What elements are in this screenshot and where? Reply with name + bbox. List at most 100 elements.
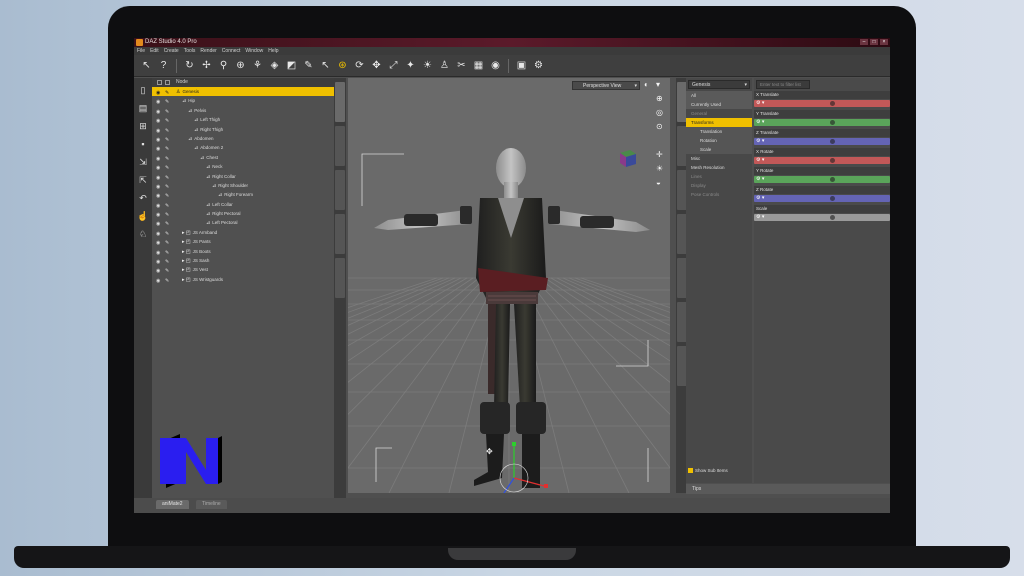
- menu-help[interactable]: Help: [268, 47, 278, 55]
- parameter-group-item[interactable]: Scale: [686, 145, 752, 154]
- settings-icon[interactable]: ⚙: [532, 59, 545, 72]
- select-toggle-icon[interactable]: ✎: [165, 277, 169, 286]
- translate-icon[interactable]: ✥: [370, 59, 383, 72]
- new-scene-icon[interactable]: ▯: [137, 84, 149, 96]
- frame-icon[interactable]: ⊕: [656, 94, 663, 103]
- scene-node-row[interactable]: ◉ ✎ ⊿ Left Pectoral: [152, 218, 334, 227]
- visibility-checkbox[interactable]: [157, 80, 162, 85]
- scale-icon[interactable]: ⤢: [387, 59, 400, 72]
- slider-track[interactable]: ⚙ ▾: [754, 214, 890, 221]
- pose-tool-icon[interactable]: ✢: [200, 59, 213, 72]
- minimize-button[interactable]: –: [860, 39, 868, 45]
- open-file-icon[interactable]: ▤: [137, 102, 149, 114]
- display-options-icon[interactable]: ◐: [644, 80, 649, 89]
- camera-icon[interactable]: ◉: [489, 59, 502, 72]
- scene-node-row[interactable]: ◉ ✎ ⊿ Abdomen: [152, 134, 334, 143]
- slider-track[interactable]: ⚙ ▾: [754, 100, 890, 107]
- scene-node-row[interactable]: ◉ ✎ ⊿ Neck: [152, 162, 334, 171]
- scene-node-row[interactable]: ◉ ✎ ⊿ Chest: [152, 153, 334, 162]
- property-slider[interactable]: X Rotate ⚙ ▾: [754, 148, 890, 167]
- menu-edit[interactable]: Edit: [150, 47, 159, 55]
- rotate-tool-icon[interactable]: ↻: [183, 59, 196, 72]
- menu-icon[interactable]: ▾: [656, 80, 660, 89]
- parameter-group-item[interactable]: Translation: [686, 127, 752, 136]
- property-slider[interactable]: Z Translate ⚙ ▾: [754, 129, 890, 148]
- slider-knob[interactable]: [830, 215, 835, 220]
- node-dropdown[interactable]: Genesis ▾: [688, 80, 750, 89]
- parameter-group-item[interactable]: Transforms: [686, 118, 752, 127]
- hand-icon[interactable]: ☝: [137, 210, 149, 222]
- slider-track[interactable]: ⚙ ▾: [754, 138, 890, 145]
- dolly-icon[interactable]: ⊙: [656, 122, 663, 131]
- slider-knob[interactable]: [830, 139, 835, 144]
- morph-icon[interactable]: ✂: [455, 59, 468, 72]
- slider-knob[interactable]: [830, 196, 835, 201]
- help-icon[interactable]: ?: [157, 59, 170, 72]
- menu-tools[interactable]: Tools: [184, 47, 196, 55]
- view-cube[interactable]: [618, 148, 638, 168]
- scene-node-row[interactable]: ◉ ✎ ⊿ Right Forearm: [152, 190, 334, 199]
- rotate-icon[interactable]: ⟳: [353, 59, 366, 72]
- side-tab[interactable]: [335, 82, 345, 122]
- slider-knob[interactable]: [830, 101, 835, 106]
- spot-render-icon[interactable]: ✦: [404, 59, 417, 72]
- selectable-checkbox[interactable]: [165, 80, 170, 85]
- scene-node-row[interactable]: ◉ ✎ ⊿ Pelvis: [152, 106, 334, 115]
- scene-node-row[interactable]: ◉ ✎ ▸ ◰ JS Armband: [152, 228, 334, 237]
- menu-file[interactable]: File: [137, 47, 145, 55]
- undo-icon[interactable]: ↶: [137, 192, 149, 204]
- ruler-tool-icon[interactable]: ✎: [302, 59, 315, 72]
- slider-track[interactable]: ⚙ ▾: [754, 176, 890, 183]
- tab-animate2[interactable]: aniMate2: [156, 500, 189, 509]
- export-icon[interactable]: ⇱: [137, 174, 149, 186]
- parameter-group-item[interactable]: Rotation: [686, 136, 752, 145]
- side-tab[interactable]: [335, 214, 345, 254]
- parameter-group-item[interactable]: Lines: [686, 172, 752, 181]
- slider-track[interactable]: ⚙ ▾: [754, 119, 890, 126]
- close-button[interactable]: ×: [880, 39, 888, 45]
- scene-node-row[interactable]: ◉ ✎ ⊿ Abdomen 2: [152, 143, 334, 152]
- slider-track[interactable]: ⚙ ▾: [754, 157, 890, 164]
- gear-icon[interactable]: ⚙ ▾: [756, 195, 764, 201]
- maximize-button[interactable]: □: [870, 39, 878, 45]
- scene-node-row[interactable]: ◉ ✎ ⊿ Right Pectoral: [152, 209, 334, 218]
- view-selector[interactable]: Perspective View ▾: [572, 81, 640, 90]
- scene-node-row[interactable]: ◉ ✎ ▸ ◰ JS Pants: [152, 237, 334, 246]
- tab-timeline[interactable]: Timeline: [196, 500, 227, 509]
- property-slider[interactable]: Y Translate ⚙ ▾: [754, 110, 890, 129]
- side-tab[interactable]: [335, 170, 345, 210]
- tips-tab[interactable]: Tips: [686, 484, 890, 494]
- figure-icon[interactable]: ♙: [438, 59, 451, 72]
- scene-node-row[interactable]: ◉ ✎ ⊿ Left Thigh: [152, 115, 334, 124]
- property-slider[interactable]: Z Rotate ⚙ ▾: [754, 186, 890, 205]
- filter-input[interactable]: Enter text to filter list: [756, 80, 810, 89]
- menu-window[interactable]: Window: [245, 47, 263, 55]
- orbit-icon[interactable]: ☀: [656, 164, 663, 173]
- side-tab[interactable]: [335, 126, 345, 166]
- parameter-group-item[interactable]: Misc: [686, 154, 752, 163]
- menu-render[interactable]: Render: [200, 47, 216, 55]
- gear-icon[interactable]: ⚙ ▾: [756, 119, 764, 125]
- scene-node-row[interactable]: ◉ ✎ ⊿ Right Thigh: [152, 125, 334, 134]
- gear-icon[interactable]: ⚙ ▾: [756, 157, 764, 163]
- universal-tool-icon[interactable]: ⊛: [336, 59, 349, 72]
- scene-node-row[interactable]: ◉ ✎ ▸ ◰ JS Vest: [152, 265, 334, 274]
- geometry-tool-icon[interactable]: ◩: [285, 59, 298, 72]
- surface-tool-icon[interactable]: ◈: [268, 59, 281, 72]
- side-tab[interactable]: [335, 258, 345, 298]
- parameter-group-item[interactable]: General: [686, 109, 752, 118]
- scene-node-row[interactable]: ◉ ✎ ⊿ Hip: [152, 96, 334, 105]
- menu-connect[interactable]: Connect: [222, 47, 241, 55]
- light-icon[interactable]: ☀: [421, 59, 434, 72]
- github-like-icon[interactable]: ◒: [656, 178, 661, 187]
- gear-icon[interactable]: ⚙ ▾: [756, 176, 764, 182]
- parameter-group-item[interactable]: Currently Used: [686, 100, 752, 109]
- render-icon[interactable]: ▣: [515, 59, 528, 72]
- show-sub-items-checkbox[interactable]: [688, 468, 693, 474]
- slider-knob[interactable]: [830, 120, 835, 125]
- property-slider[interactable]: Y Rotate ⚙ ▾: [754, 167, 890, 186]
- eye-icon[interactable]: ◉: [156, 277, 160, 286]
- menu-create[interactable]: Create: [164, 47, 179, 55]
- texture-icon[interactable]: ▦: [472, 59, 485, 72]
- scene-node-row[interactable]: ◉ ✎ ▸ ◰ JS Boots: [152, 247, 334, 256]
